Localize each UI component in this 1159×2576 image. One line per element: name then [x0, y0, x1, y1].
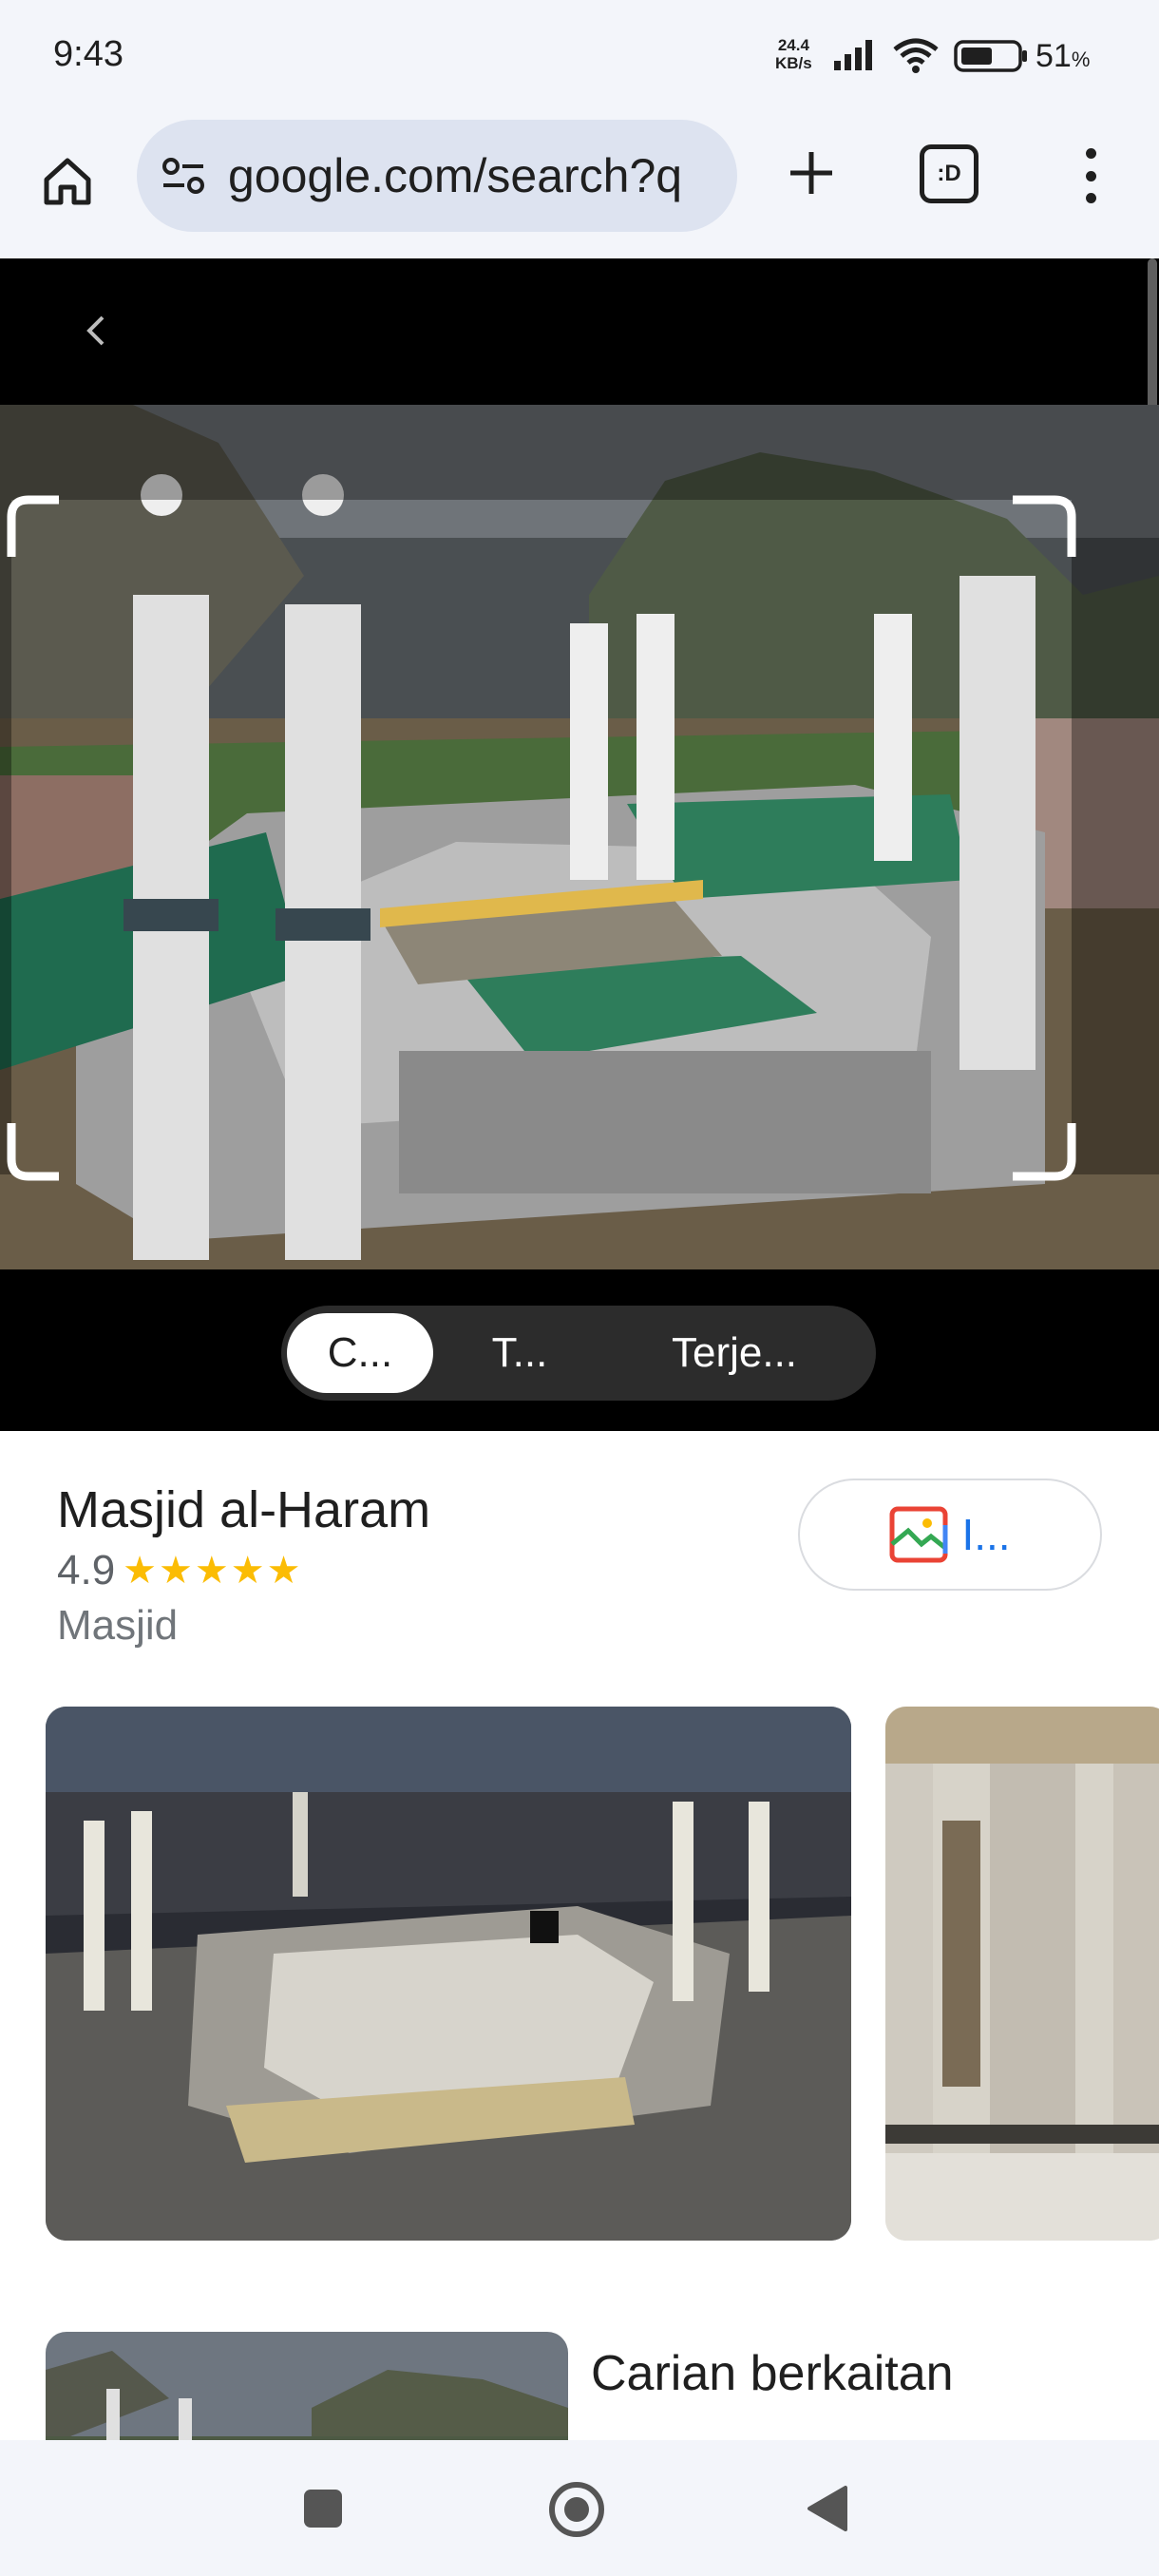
tune-icon[interactable]: [162, 156, 205, 196]
triangle-back-icon: [808, 2486, 847, 2531]
home-icon: [44, 158, 91, 205]
rating-value: 4.9: [57, 1547, 116, 1593]
status-time: 9:43: [53, 34, 124, 74]
star-icon: ★: [194, 1550, 229, 1592]
network-speed-value: 24.4: [777, 36, 809, 54]
browser-toolbar: google.com/search?q :D: [0, 114, 1159, 258]
url-bar[interactable]: google.com/search?q: [137, 120, 737, 232]
home-button[interactable]: [34, 148, 101, 215]
plus-icon: [790, 152, 832, 194]
images-button[interactable]: I...: [798, 1479, 1102, 1591]
star-icon: ★: [230, 1550, 265, 1592]
back-button[interactable]: [70, 304, 124, 357]
lens-viewer: C... T... Terje...: [0, 258, 1159, 1431]
wifi-icon: [893, 38, 939, 73]
new-tab-button[interactable]: [777, 139, 846, 207]
signal-icon: [834, 40, 872, 70]
nav-back-button[interactable]: [798, 2478, 855, 2539]
chevron-left-icon: [86, 315, 104, 346]
more-vert-icon-dot: [1085, 148, 1096, 159]
tab-switcher-label: :D: [937, 161, 961, 186]
network-speed: 24.4 KB/s: [775, 36, 812, 72]
battery-percent-value: 51: [1036, 38, 1072, 74]
more-menu-button[interactable]: [1072, 143, 1110, 209]
battery-percent: 51%: [1036, 38, 1090, 75]
star-icon: ★: [123, 1550, 158, 1592]
lens-mode-tabs: C... T... Terje...: [281, 1306, 876, 1401]
network-speed-unit: KB/s: [775, 54, 812, 72]
images-button-label: I...: [961, 1510, 1011, 1559]
recents-button[interactable]: [294, 2480, 352, 2537]
place-title[interactable]: Masjid al-Haram: [57, 1480, 430, 1539]
tab-search[interactable]: C...: [287, 1313, 433, 1393]
navigation-bar: [0, 2440, 1159, 2576]
image-icon: [889, 1506, 948, 1563]
status-bar: 9:43 24.4 KB/s 51%: [0, 0, 1159, 114]
tab-switcher-button[interactable]: :D: [920, 144, 978, 203]
related-thumbnail[interactable]: [46, 2332, 568, 2440]
result-image-interior[interactable]: [885, 1707, 1159, 2241]
result-image-kaaba[interactable]: [46, 1707, 851, 2241]
square-icon: [304, 2490, 342, 2528]
more-vert-icon-dot: [1085, 193, 1096, 203]
circle-home-icon: [549, 2482, 604, 2537]
star-icon: ★: [266, 1550, 301, 1592]
search-photo[interactable]: [0, 405, 1159, 1269]
related-searches-title: Carian berkaitan: [591, 2346, 954, 2401]
battery-icon: [954, 40, 1027, 72]
tab-text[interactable]: T...: [448, 1313, 591, 1393]
star-icon: ★: [159, 1550, 193, 1592]
place-category: Masjid: [57, 1602, 179, 1649]
url-text[interactable]: google.com/search?q: [228, 148, 722, 203]
results-sheet: Masjid al-Haram 4.9 ★ ★ ★ ★ ★ Masjid I..…: [0, 1431, 1159, 2440]
tab-translate[interactable]: Terje...: [606, 1313, 863, 1393]
more-vert-icon-dot: [1085, 170, 1096, 181]
nav-home-button[interactable]: [542, 2474, 612, 2545]
battery-percent-unit: %: [1071, 48, 1091, 71]
rating-row: 4.9 ★ ★ ★ ★ ★: [57, 1547, 302, 1594]
